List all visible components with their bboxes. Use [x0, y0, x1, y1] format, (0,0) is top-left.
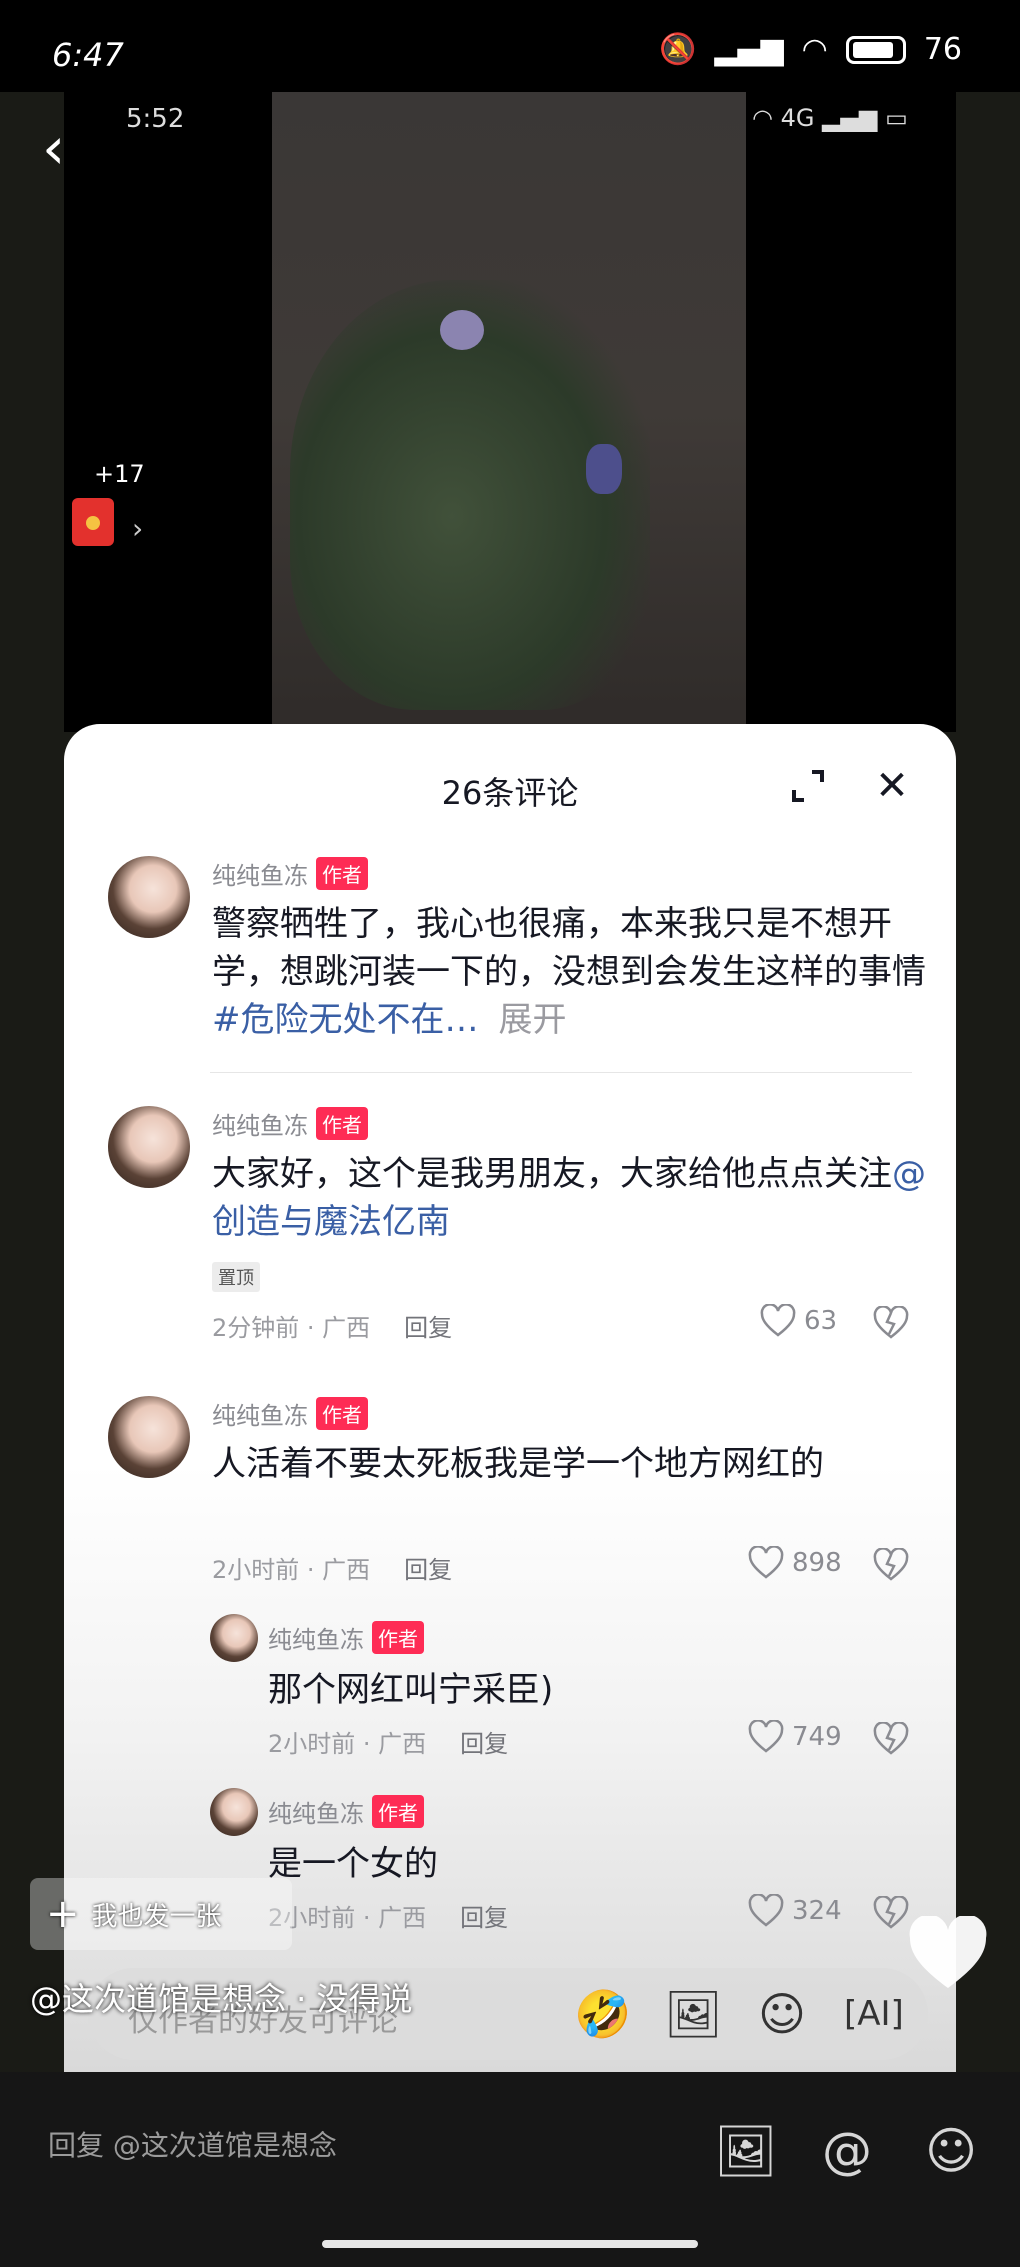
post-also-label: 我也发一张 — [91, 1901, 222, 1932]
author-badge: 作者 — [316, 857, 368, 890]
signal-icon: ▂▄▆ — [714, 32, 784, 67]
reply-input[interactable]: 回复 @这次道馆是想念 — [48, 2124, 337, 2164]
expand-link[interactable]: 展开 — [499, 1000, 567, 1040]
video-embedded-time: 5:52 — [126, 104, 185, 134]
heart-icon — [748, 1546, 784, 1579]
reply-button[interactable]: 回复 — [460, 1904, 508, 1932]
mute-icon: 🔕 — [659, 32, 697, 67]
comment-meta: 2小时前 · 广西 回复 — [268, 1898, 508, 1933]
close-icon[interactable]: ✕ — [870, 764, 914, 808]
status-time: 6:47 — [52, 36, 124, 74]
battery-level: 76 — [923, 32, 962, 67]
network-label: 4G — [780, 104, 815, 132]
reply-button[interactable]: 回复 — [460, 1730, 508, 1758]
heart-icon — [748, 1720, 784, 1753]
comment-text: 人活着不要太死板我是学一个地方网红的 — [212, 1444, 824, 1484]
video-person — [440, 310, 484, 350]
reply-toolbar: 🖼 @ ☺ — [714, 2122, 980, 2180]
author-badge: 作者 — [372, 1621, 424, 1654]
username-text: 纯纯鱼冻 — [212, 1112, 308, 1140]
video-embedded-status: ◠ 4G ▂▄▆ ▭ — [752, 104, 908, 132]
reply-button[interactable]: 回复 — [404, 1556, 452, 1584]
comment-username[interactable]: 纯纯鱼冻 作者 — [268, 1794, 424, 1829]
comment-username[interactable]: 纯纯鱼冻 作者 — [212, 856, 368, 891]
image-icon[interactable]: 🖼 — [664, 1986, 722, 2042]
home-indicator[interactable] — [322, 2240, 698, 2248]
comment-time-location: 2小时前 · 广西 — [212, 1556, 371, 1584]
input-toolbar: 🤣 🖼 ☺ [AI] — [574, 1986, 904, 2042]
at-icon[interactable]: @ — [818, 2122, 876, 2180]
username-text: 纯纯鱼冻 — [212, 862, 308, 890]
video-mention-caption[interactable]: @这次道馆是想念 · 没得说 — [30, 1974, 413, 2020]
comment-text: 那个网红叫宁采臣) — [268, 1670, 554, 1710]
like-count: 749 — [792, 1722, 842, 1752]
comment-time-location: 2分钟前 · 广西 — [212, 1314, 371, 1342]
comment-meta: 2小时前 · 广西 回复 — [212, 1550, 452, 1585]
hashtag-link[interactable]: #危险无处不在… — [212, 1000, 479, 1040]
divider — [210, 1072, 912, 1073]
video-frame[interactable] — [272, 92, 746, 732]
dislike-icon[interactable] — [872, 1306, 910, 1340]
like-button[interactable]: 898 — [748, 1546, 842, 1580]
reply-bar: 回复 @这次道馆是想念 🖼 @ ☺ — [0, 2072, 1020, 2267]
username-text: 纯纯鱼冻 — [268, 1800, 364, 1828]
dislike-icon[interactable] — [872, 1722, 910, 1756]
plus-icon: + — [46, 1891, 80, 1937]
comment-meta: 2小时前 · 广西 回复 — [268, 1724, 508, 1759]
like-button[interactable]: 749 — [748, 1720, 842, 1754]
like-button[interactable]: 63 — [760, 1304, 837, 1338]
comment-time-location: 2小时前 · 广西 — [268, 1730, 427, 1758]
avatar[interactable] — [108, 1396, 190, 1478]
avatar[interactable] — [210, 1788, 258, 1836]
like-count: 898 — [792, 1548, 842, 1578]
avatar[interactable] — [210, 1614, 258, 1662]
emoji-icon[interactable]: ☺ — [922, 2122, 980, 2180]
author-badge: 作者 — [316, 1397, 368, 1430]
heart-icon — [760, 1304, 796, 1337]
comment-body: 大家好，这个是我男朋友，大家给他点点关注 — [212, 1154, 892, 1194]
battery-icon — [845, 35, 906, 64]
like-count: 324 — [792, 1896, 842, 1926]
dislike-icon[interactable] — [872, 1548, 910, 1582]
status-bar: 6:47 🔕 ▂▄▆ ◠ 76 — [0, 0, 1020, 92]
back-icon[interactable]: ‹ — [42, 118, 92, 178]
avatar[interactable] — [108, 1106, 190, 1188]
like-count: 63 — [804, 1306, 838, 1336]
ai-icon[interactable]: [AI] — [844, 1986, 904, 2042]
red-envelope-icon[interactable] — [72, 498, 114, 546]
comment-text: 大家好，这个是我男朋友，大家给他点点关注@创造与魔法亿南 — [212, 1150, 952, 1246]
like-button[interactable]: 324 — [748, 1894, 842, 1928]
status-icons: 🔕 ▂▄▆ ◠ 76 — [659, 32, 962, 67]
avatar[interactable] — [108, 856, 190, 938]
red-packet-widget[interactable]: +17 › — [72, 460, 145, 546]
comment-sheet: 26条评论 ✕ 纯纯鱼冻 作者 警察牺牲了，我心也很痛，本来我只是不想开学，想跳河… — [64, 724, 956, 2072]
heart-icon — [748, 1894, 784, 1927]
comment-username[interactable]: 纯纯鱼冻 作者 — [212, 1396, 368, 1431]
screen: 6:47 🔕 ▂▄▆ ◠ 76 5:52 ◠ 4G ▂▄▆ ▭ ‹ +17 › … — [0, 0, 1020, 2267]
emoji-icon[interactable]: ☺ — [754, 1986, 810, 2042]
pinned-badge: 置顶 — [212, 1262, 260, 1292]
chevron-right-icon[interactable]: › — [132, 512, 143, 545]
comment-text: 是一个女的 — [268, 1844, 438, 1884]
comment-username[interactable]: 纯纯鱼冻 作者 — [212, 1106, 368, 1141]
comment-meta: 2分钟前 · 广西 回复 — [212, 1308, 452, 1343]
heart-icon[interactable] — [908, 1916, 988, 1992]
author-badge: 作者 — [372, 1795, 424, 1828]
author-badge: 作者 — [316, 1107, 368, 1140]
comment-username[interactable]: 纯纯鱼冻 作者 — [268, 1620, 424, 1655]
video-person — [586, 444, 622, 494]
laugh-emoji-icon[interactable]: 🤣 — [574, 1986, 631, 2042]
red-packet-count: +17 — [94, 460, 145, 488]
reply-button[interactable]: 回复 — [404, 1314, 452, 1342]
wifi-icon: ◠ — [801, 32, 828, 67]
username-text: 纯纯鱼冻 — [212, 1402, 308, 1430]
expand-icon[interactable] — [788, 766, 828, 806]
username-text: 纯纯鱼冻 — [268, 1626, 364, 1654]
dislike-icon[interactable] — [872, 1896, 910, 1930]
comment-body: 警察牺牲了，我心也很痛，本来我只是不想开学，想跳河装一下的，没想到会发生这样的事… — [212, 904, 926, 992]
comment-text: 警察牺牲了，我心也很痛，本来我只是不想开学，想跳河装一下的，没想到会发生这样的事… — [212, 900, 952, 1044]
post-also-button[interactable]: + 我也发一张 — [30, 1878, 292, 1950]
image-icon[interactable]: 🖼 — [714, 2122, 777, 2180]
